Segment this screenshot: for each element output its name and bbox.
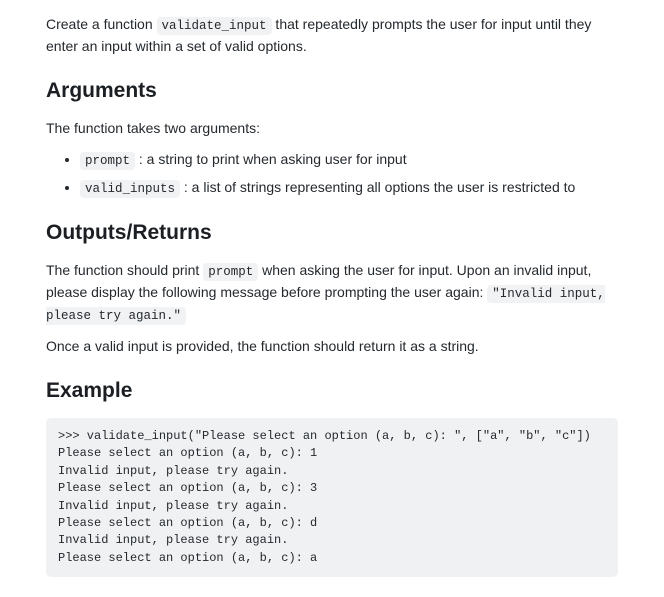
intro-text-before: Create a function [46, 16, 157, 32]
outputs-heading: Outputs/Returns [46, 217, 618, 249]
intro-paragraph: Create a function validate_input that re… [46, 14, 618, 57]
intro-fn-name: validate_input [157, 17, 272, 35]
arg-prompt-code: prompt [80, 152, 135, 170]
arg-validinputs-desc: : a list of strings representing all opt… [180, 179, 575, 195]
arguments-heading: Arguments [46, 75, 618, 107]
list-item: prompt : a string to print when asking u… [80, 149, 618, 171]
arguments-lead: The function takes two arguments: [46, 118, 618, 139]
outputs-paragraph-1: The function should print prompt when as… [46, 260, 618, 325]
arg-validinputs-code: valid_inputs [80, 180, 180, 198]
arg-prompt-desc: : a string to print when asking user for… [135, 151, 407, 167]
arguments-list: prompt : a string to print when asking u… [46, 149, 618, 199]
list-item: valid_inputs : a list of strings represe… [80, 177, 618, 199]
outputs-p1-before: The function should print [46, 262, 203, 278]
example-code-block: >>> validate_input("Please select an opt… [46, 418, 618, 577]
outputs-p1-code-prompt: prompt [203, 263, 258, 281]
outputs-paragraph-2: Once a valid input is provided, the func… [46, 336, 618, 357]
example-heading: Example [46, 375, 618, 407]
